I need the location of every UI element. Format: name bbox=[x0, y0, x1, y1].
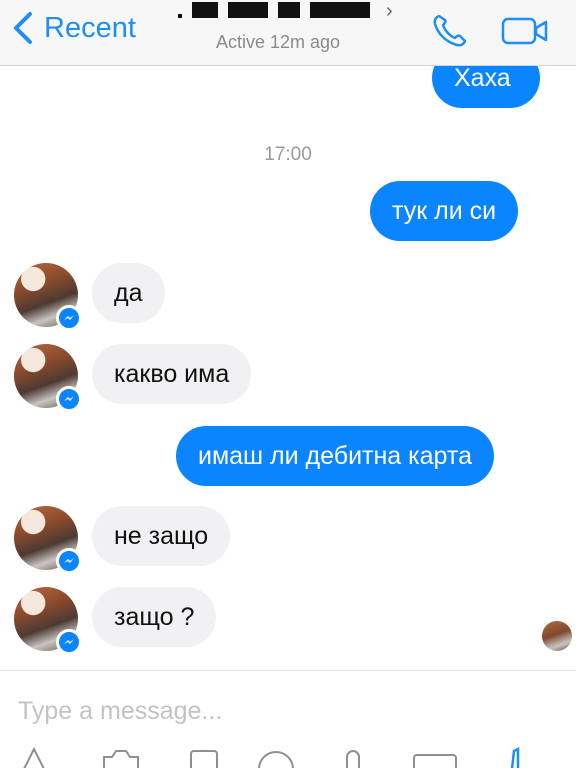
text-style-icon[interactable] bbox=[20, 745, 54, 768]
message-bubble-incoming[interactable]: какво има bbox=[92, 344, 252, 404]
composer-toolbar bbox=[0, 745, 576, 768]
chevron-right-icon: › bbox=[386, 0, 393, 22]
message-input[interactable] bbox=[18, 693, 538, 729]
read-receipt-avatar bbox=[542, 621, 572, 651]
message-bubble-incoming[interactable]: да bbox=[92, 263, 165, 323]
message-bubble-incoming[interactable]: не защо bbox=[92, 506, 231, 566]
call-button[interactable] bbox=[430, 12, 470, 48]
gif-icon[interactable] bbox=[410, 745, 460, 768]
messenger-icon bbox=[56, 548, 82, 574]
messenger-icon bbox=[56, 386, 82, 412]
phone-icon bbox=[433, 14, 467, 47]
message-composer bbox=[0, 670, 576, 768]
contact-avatar[interactable] bbox=[14, 263, 82, 331]
active-status: Active 12m ago bbox=[216, 32, 341, 52]
microphone-icon[interactable] bbox=[340, 745, 366, 768]
camera-icon[interactable] bbox=[100, 745, 142, 768]
messenger-icon bbox=[56, 629, 82, 655]
photo-gallery-icon[interactable] bbox=[186, 745, 220, 768]
video-camera-icon bbox=[501, 17, 548, 45]
contact-avatar[interactable] bbox=[14, 506, 82, 574]
sticker-icon[interactable] bbox=[256, 745, 296, 768]
back-label: Recent bbox=[44, 11, 136, 44]
chevron-left-icon bbox=[14, 12, 32, 44]
contact-avatar[interactable] bbox=[14, 587, 82, 655]
message-bubble-incoming[interactable]: защо ? bbox=[92, 587, 217, 647]
message-timestamp: 17:00 bbox=[264, 144, 312, 165]
back-button[interactable]: Recent bbox=[12, 8, 136, 48]
video-call-button[interactable] bbox=[500, 14, 550, 48]
contact-avatar[interactable] bbox=[14, 344, 82, 412]
conversation-header: Recent › Active 12m ago bbox=[0, 0, 576, 66]
contact-title[interactable]: › Active 12m ago bbox=[170, 0, 400, 66]
message-bubble-outgoing[interactable]: тук ли си bbox=[370, 181, 519, 241]
message-bubble-outgoing[interactable]: имаш ли дебитна карта bbox=[176, 426, 494, 486]
message-bubble-outgoing[interactable]: Хаха bbox=[432, 66, 540, 108]
message-list[interactable]: Хаха 17:00 тук ли си да какво има имаш л… bbox=[0, 66, 576, 670]
messenger-icon bbox=[56, 305, 82, 331]
like-icon[interactable] bbox=[500, 745, 528, 768]
contact-name-redacted bbox=[178, 2, 370, 18]
